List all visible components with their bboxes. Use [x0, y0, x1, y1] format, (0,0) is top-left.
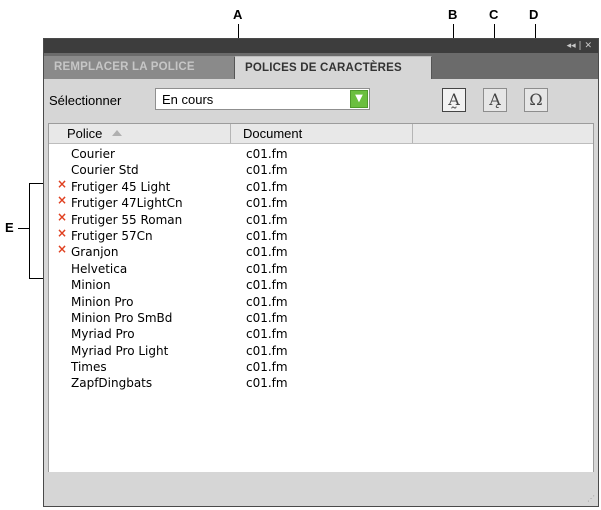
- font-document: c01.fm: [246, 196, 288, 211]
- resize-grip-icon[interactable]: ⋰: [587, 494, 595, 503]
- font-name: Myriad Pro: [71, 327, 135, 342]
- panel-tabs: REMPLACER LA POLICE POLICES DE CARACTÈRE…: [44, 53, 598, 79]
- table-row[interactable]: Courier c01.fm: [49, 146, 593, 162]
- font-name: Minion Pro: [71, 294, 134, 309]
- font-name: ZapfDingbats: [71, 376, 153, 391]
- table-row[interactable]: Myriad Pro Light c01.fm: [49, 343, 593, 359]
- font-name: Granjon: [71, 245, 119, 260]
- callout-e-bracket: [29, 183, 30, 279]
- font-name: Myriad Pro Light: [71, 343, 169, 358]
- sort-ascending-icon: [112, 130, 123, 136]
- table-row[interactable]: Helvetica c01.fm: [49, 261, 593, 277]
- table-row[interactable]: Myriad Pro c01.fm: [49, 326, 593, 342]
- font-document: c01.fm: [246, 310, 288, 325]
- callout-e-line: [18, 228, 29, 229]
- font-document: c01.fm: [246, 163, 288, 178]
- panel-titlebar: ◂◂ | ✕: [44, 39, 598, 53]
- table-row[interactable]: Minion Pro SmBd c01.fm: [49, 310, 593, 326]
- chevron-down-icon[interactable]: ▼: [350, 90, 368, 108]
- font-replace-icon: A̰: [448, 90, 460, 109]
- font-replace-button[interactable]: A̰: [442, 88, 466, 112]
- refresh-button[interactable]: Ω: [524, 88, 548, 112]
- font-document: c01.fm: [246, 376, 288, 391]
- font-name: Frutiger 57Cn: [71, 228, 153, 243]
- callout-e: E: [5, 220, 14, 235]
- font-name: Frutiger 47LightCn: [71, 196, 183, 211]
- font-document: c01.fm: [246, 343, 288, 358]
- font-document: c01.fm: [246, 228, 288, 243]
- table-row[interactable]: Courier Std c01.fm: [49, 162, 593, 178]
- table-row[interactable]: × Frutiger 55 Roman c01.fm: [49, 209, 593, 228]
- font-name: Courier: [71, 147, 115, 161]
- fonts-panel: ◂◂ | ✕ REMPLACER LA POLICE POLICES DE CA…: [43, 38, 599, 507]
- table-row[interactable]: Minion Pro c01.fm: [49, 294, 593, 310]
- table-row[interactable]: ZapfDingbats c01.fm: [49, 375, 593, 391]
- font-document: c01.fm: [246, 294, 288, 309]
- missing-font-icon: ×: [57, 242, 68, 257]
- font-name: Frutiger 45 Light: [71, 179, 171, 194]
- column-header-font[interactable]: Police: [49, 124, 231, 143]
- table-row[interactable]: Times c01.fm: [49, 359, 593, 375]
- table-row[interactable]: Minion c01.fm: [49, 277, 593, 293]
- font-document: c01.fm: [246, 327, 288, 342]
- panel-controls[interactable]: ◂◂ | ✕: [567, 39, 592, 53]
- column-header-font-label: Police: [67, 126, 103, 141]
- font-document: c01.fm: [246, 245, 288, 260]
- table-row[interactable]: × Frutiger 47LightCn c01.fm: [49, 193, 593, 211]
- font-list: Police Document Courier c01.fm Courier Std…: [48, 123, 594, 475]
- list-header: Police Document: [49, 124, 593, 144]
- callout-a: A: [233, 7, 243, 22]
- panel-body: Sélectionner En cours ▼ A̰ Ą Ω Police Do…: [44, 79, 598, 506]
- missing-font-icon: ×: [57, 209, 68, 224]
- status-bar: ⋰: [44, 472, 598, 506]
- table-row[interactable]: × Frutiger 45 Light c01.fm: [49, 176, 593, 195]
- table-row[interactable]: × Granjon c01.fm: [49, 242, 593, 260]
- missing-font-icon: ×: [57, 225, 68, 240]
- select-label: Sélectionner: [49, 93, 122, 108]
- missing-font-icon: ×: [57, 193, 68, 208]
- font-name: Courier Std: [71, 163, 139, 178]
- font-name: Helvetica: [71, 261, 128, 276]
- scope-select[interactable]: En cours ▼: [155, 88, 370, 110]
- font-document: c01.fm: [246, 147, 288, 161]
- font-name: Minion Pro SmBd: [71, 310, 173, 325]
- refresh-icon: Ω: [529, 90, 543, 109]
- font-name: Minion: [71, 278, 111, 293]
- scope-select-value: En cours: [162, 92, 214, 107]
- font-find-button[interactable]: Ą: [483, 88, 507, 112]
- callout-d: D: [529, 7, 539, 22]
- tab-replace-font[interactable]: REMPLACER LA POLICE: [44, 56, 234, 79]
- callout-b: B: [448, 7, 458, 22]
- font-name: Frutiger 55 Roman: [71, 212, 183, 227]
- missing-font-icon: ×: [57, 176, 68, 191]
- table-row[interactable]: × Frutiger 57Cn c01.fm: [49, 225, 593, 244]
- font-document: c01.fm: [246, 360, 288, 375]
- column-header-document[interactable]: Document: [231, 124, 413, 143]
- callout-c: C: [489, 7, 499, 22]
- font-document: c01.fm: [246, 179, 288, 194]
- tab-font-list[interactable]: POLICES DE CARACTÈRES: [234, 56, 432, 79]
- column-header-document-label: Document: [243, 126, 303, 141]
- font-find-icon: Ą: [489, 90, 501, 109]
- font-document: c01.fm: [246, 278, 288, 293]
- font-rows: Courier c01.fm Courier Std c01.fm × Frutiger …: [49, 146, 593, 392]
- font-document: c01.fm: [246, 261, 288, 276]
- font-document: c01.fm: [246, 212, 288, 227]
- font-name: Times: [71, 360, 107, 375]
